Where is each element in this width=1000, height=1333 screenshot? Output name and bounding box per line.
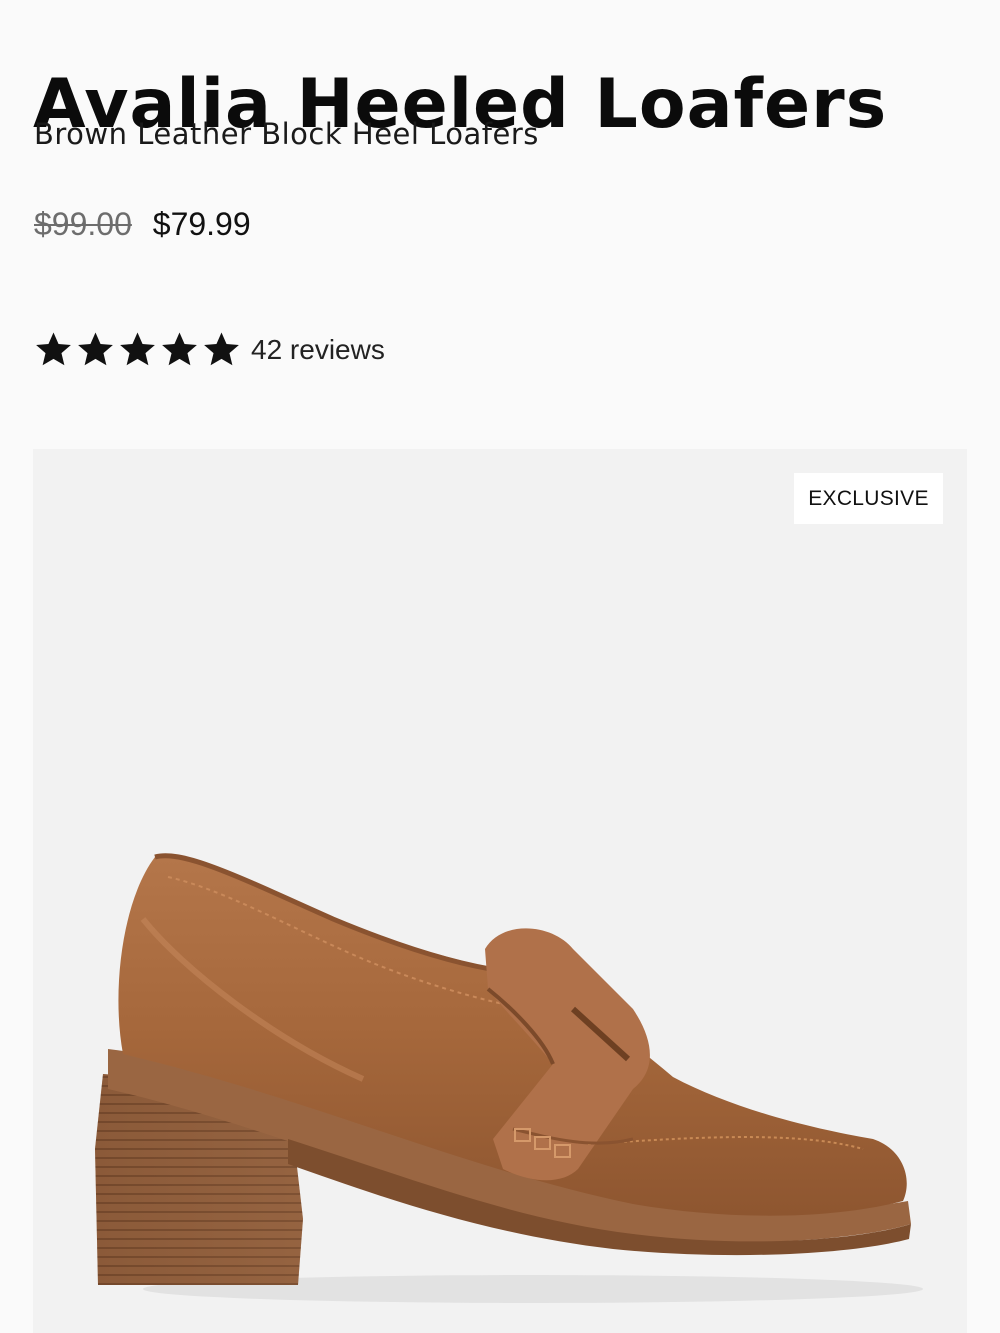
reviews-link[interactable]: 42 reviews [251,334,385,366]
loafer-shoe-image [95,853,923,1303]
product-image[interactable]: EXCLUSIVE [33,449,967,1333]
price-row: $99.00 $79.99 [34,206,251,243]
product-subtitle: Brown Leather Block Heel Loafers [34,117,539,151]
original-price: $99.00 [34,206,132,242]
star-rating [34,330,241,369]
star-icon [120,332,155,366]
star-icon [204,332,239,366]
star-icon [78,332,113,366]
rating-row[interactable]: 42 reviews [34,330,385,369]
exclusive-badge: EXCLUSIVE [794,473,943,524]
star-icon [162,332,197,366]
star-icon [36,332,71,366]
sale-price: $79.99 [152,206,251,242]
